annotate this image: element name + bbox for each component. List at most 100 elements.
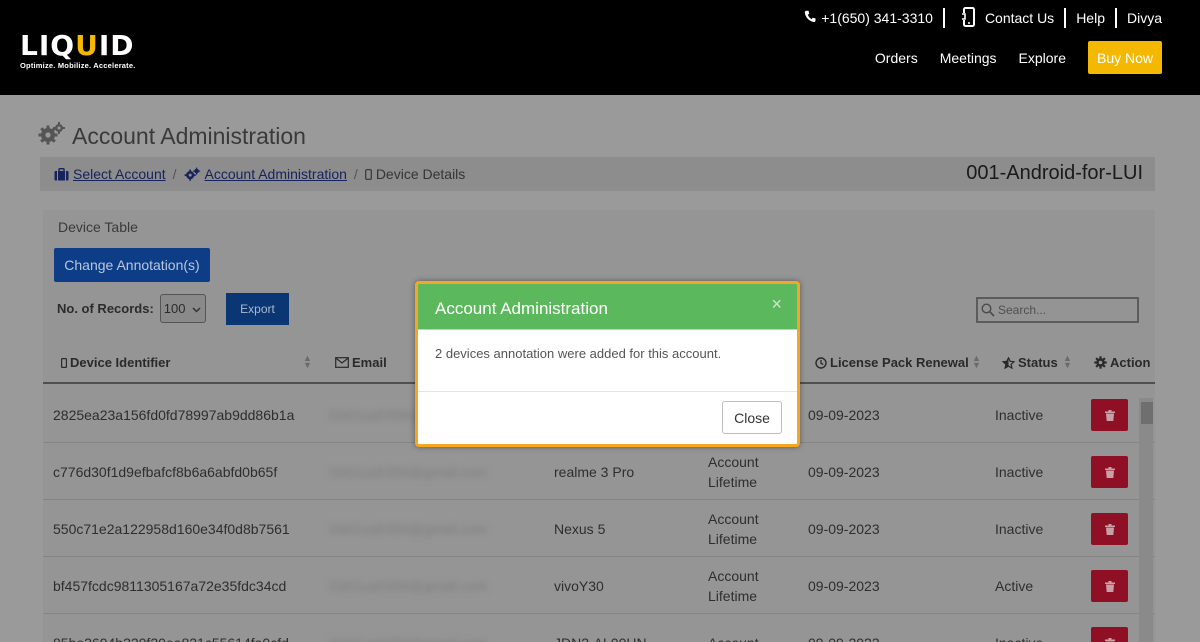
- renewal-cell: 09-09-2023: [808, 577, 880, 594]
- device-id-cell: 550c71e2a122958d160e34f0d8b7561: [53, 520, 290, 537]
- column-license-pack-renewal[interactable]: License Pack Renewal: [815, 355, 969, 370]
- close-button[interactable]: Close: [722, 401, 782, 434]
- notification-modal: Account Administration × 2 devices annot…: [415, 281, 800, 447]
- column-email[interactable]: Email: [335, 355, 387, 370]
- phone-icon: [804, 10, 816, 26]
- device-id-cell: 2825ea23a156fd0fd78997ab9dd86b1a: [53, 406, 295, 423]
- email-cell: l1k01ua5356@gmail.com: [329, 463, 488, 480]
- liquid-logo[interactable]: LIQUID Optimize. Mobilize. Accelerate.: [20, 32, 136, 71]
- email-cell: l1k01ua5356@gmail.com: [329, 614, 487, 642]
- modal-header: Account Administration ×: [418, 284, 797, 330]
- renewal-cell: 09-09-2023: [808, 614, 880, 642]
- sort-icon[interactable]: ▲ ▼: [303, 354, 312, 370]
- column-label: Action: [1110, 355, 1151, 370]
- table-row[interactable]: 85be2694b220f20ea821c55614fa0cfd l1k01ua…: [43, 614, 1155, 642]
- column-device-identifier[interactable]: Device Identifier: [61, 355, 170, 370]
- status-cell: Inactive: [995, 520, 1044, 537]
- phone-link[interactable]: +1(650) 341-3310: [794, 10, 943, 26]
- status-cell: Inactive: [995, 406, 1044, 423]
- records-value: 100: [163, 301, 186, 316]
- search-input[interactable]: Search...: [976, 297, 1139, 323]
- close-icon[interactable]: ×: [771, 294, 782, 315]
- trash-icon: [1104, 637, 1115, 642]
- device-id-cell: bf457fcdc9811305167a72e35fdc34cd: [53, 577, 287, 594]
- trash-icon: [1104, 409, 1115, 421]
- page-title: Account Administration: [38, 121, 306, 151]
- star-half-icon: [1002, 356, 1015, 369]
- status-cell: Inactive: [995, 614, 1043, 642]
- plan-cell: Account Lifetime: [708, 510, 759, 547]
- user-name-link[interactable]: Divya: [1117, 10, 1162, 26]
- trash-icon: [1104, 523, 1115, 535]
- breadcrumb-current: Device Details: [375, 166, 466, 182]
- top-header: LIQUID Optimize. Mobilize. Accelerate. +…: [0, 0, 1200, 95]
- help-link[interactable]: Help: [1066, 10, 1115, 26]
- phone-number: +1(650) 341-3310: [821, 10, 933, 26]
- model-cell: Nexus 5: [554, 520, 606, 537]
- device-id-cell: 85be2694b220f20ea821c55614fa0cfd: [53, 614, 289, 642]
- delete-button[interactable]: [1091, 456, 1128, 488]
- modal-message: 2 devices annotation were added for this…: [435, 346, 722, 361]
- gears-icon: [184, 167, 201, 181]
- utility-nav: +1(650) 341-3310 Contact Us Help Divya: [794, 6, 1162, 30]
- column-label: Email: [352, 355, 387, 370]
- column-action: Action: [1094, 355, 1150, 370]
- change-annotation-button[interactable]: Change Annotation(s): [54, 248, 210, 282]
- table-scrollbar[interactable]: [1139, 398, 1153, 642]
- device-id-cell: c776d30f1d9efbafcf8b6a6abfd0b65f: [53, 463, 278, 480]
- column-status[interactable]: Status: [1002, 355, 1058, 370]
- table-row[interactable]: 550c71e2a122958d160e34f0d8b7561 l1k01ua5…: [43, 500, 1155, 557]
- export-button[interactable]: Export: [226, 293, 289, 325]
- panel-title: Device Table: [58, 219, 138, 235]
- sort-icon[interactable]: ▲ ▼: [972, 354, 981, 370]
- gears-icon: [38, 121, 66, 151]
- trash-icon: [1104, 580, 1115, 592]
- table-row[interactable]: bf457fcdc9811305167a72e35fdc34cd l1k01ua…: [43, 557, 1155, 614]
- column-label: Device Identifier: [70, 355, 171, 370]
- nav-orders[interactable]: Orders: [875, 50, 918, 66]
- status-cell: Inactive: [995, 463, 1044, 480]
- breadcrumb: Select Account / Account Administration …: [40, 157, 1155, 191]
- delete-button[interactable]: [1091, 570, 1128, 602]
- plan-cell: Account: [708, 614, 759, 642]
- renewal-cell: 09-09-2023: [808, 463, 880, 480]
- buy-now-button[interactable]: Buy Now: [1088, 41, 1162, 74]
- nav-meetings[interactable]: Meetings: [940, 50, 997, 66]
- model-cell: JDN2-AL00HN: [554, 614, 647, 642]
- table-row[interactable]: c776d30f1d9efbafcf8b6a6abfd0b65f l1k01ua…: [43, 443, 1155, 500]
- mobile-icon: [364, 168, 372, 180]
- envelope-icon: [335, 357, 349, 368]
- plan-cell: Account Lifetime: [708, 453, 759, 490]
- search-placeholder: Search...: [998, 303, 1047, 317]
- trash-icon: [1104, 466, 1115, 478]
- renewal-cell: 09-09-2023: [808, 520, 880, 537]
- mobile-icon: [61, 357, 67, 368]
- breadcrumb-account-administration[interactable]: Account Administration: [205, 166, 347, 182]
- delete-button[interactable]: [1091, 399, 1128, 431]
- scrollbar-thumb[interactable]: [1141, 402, 1153, 424]
- records-label: No. of Records:: [57, 301, 154, 316]
- modal-title: Account Administration: [435, 299, 608, 318]
- records-select[interactable]: 100: [159, 294, 206, 323]
- briefcase-icon: [54, 167, 69, 181]
- modal-footer: Close: [418, 391, 797, 444]
- page-title-text: Account Administration: [72, 122, 306, 149]
- clock-icon: [815, 356, 827, 369]
- contact-us-link[interactable]: Contact Us: [945, 6, 1064, 30]
- breadcrumb-select-account[interactable]: Select Account: [73, 166, 166, 182]
- delete-button[interactable]: [1091, 513, 1128, 545]
- gear-icon: [1094, 356, 1107, 369]
- records-control: No. of Records: 100: [57, 294, 206, 323]
- column-label: License Pack Renewal: [830, 355, 969, 370]
- sort-icon[interactable]: ▲ ▼: [1063, 354, 1072, 370]
- model-cell: realme 3 Pro: [554, 463, 635, 480]
- delete-button[interactable]: [1091, 627, 1128, 642]
- search-icon: [981, 303, 995, 317]
- chevron-down-icon: [192, 301, 201, 316]
- nav-explore[interactable]: Explore: [1019, 50, 1066, 66]
- breadcrumb-divider: /: [172, 166, 177, 182]
- plan-cell: Account Lifetime: [708, 567, 759, 604]
- email-cell: l1k01ua5356@gmail.com: [329, 577, 488, 594]
- column-label: Status: [1018, 355, 1058, 370]
- account-name: 001-Android-for-LUI: [966, 162, 1143, 184]
